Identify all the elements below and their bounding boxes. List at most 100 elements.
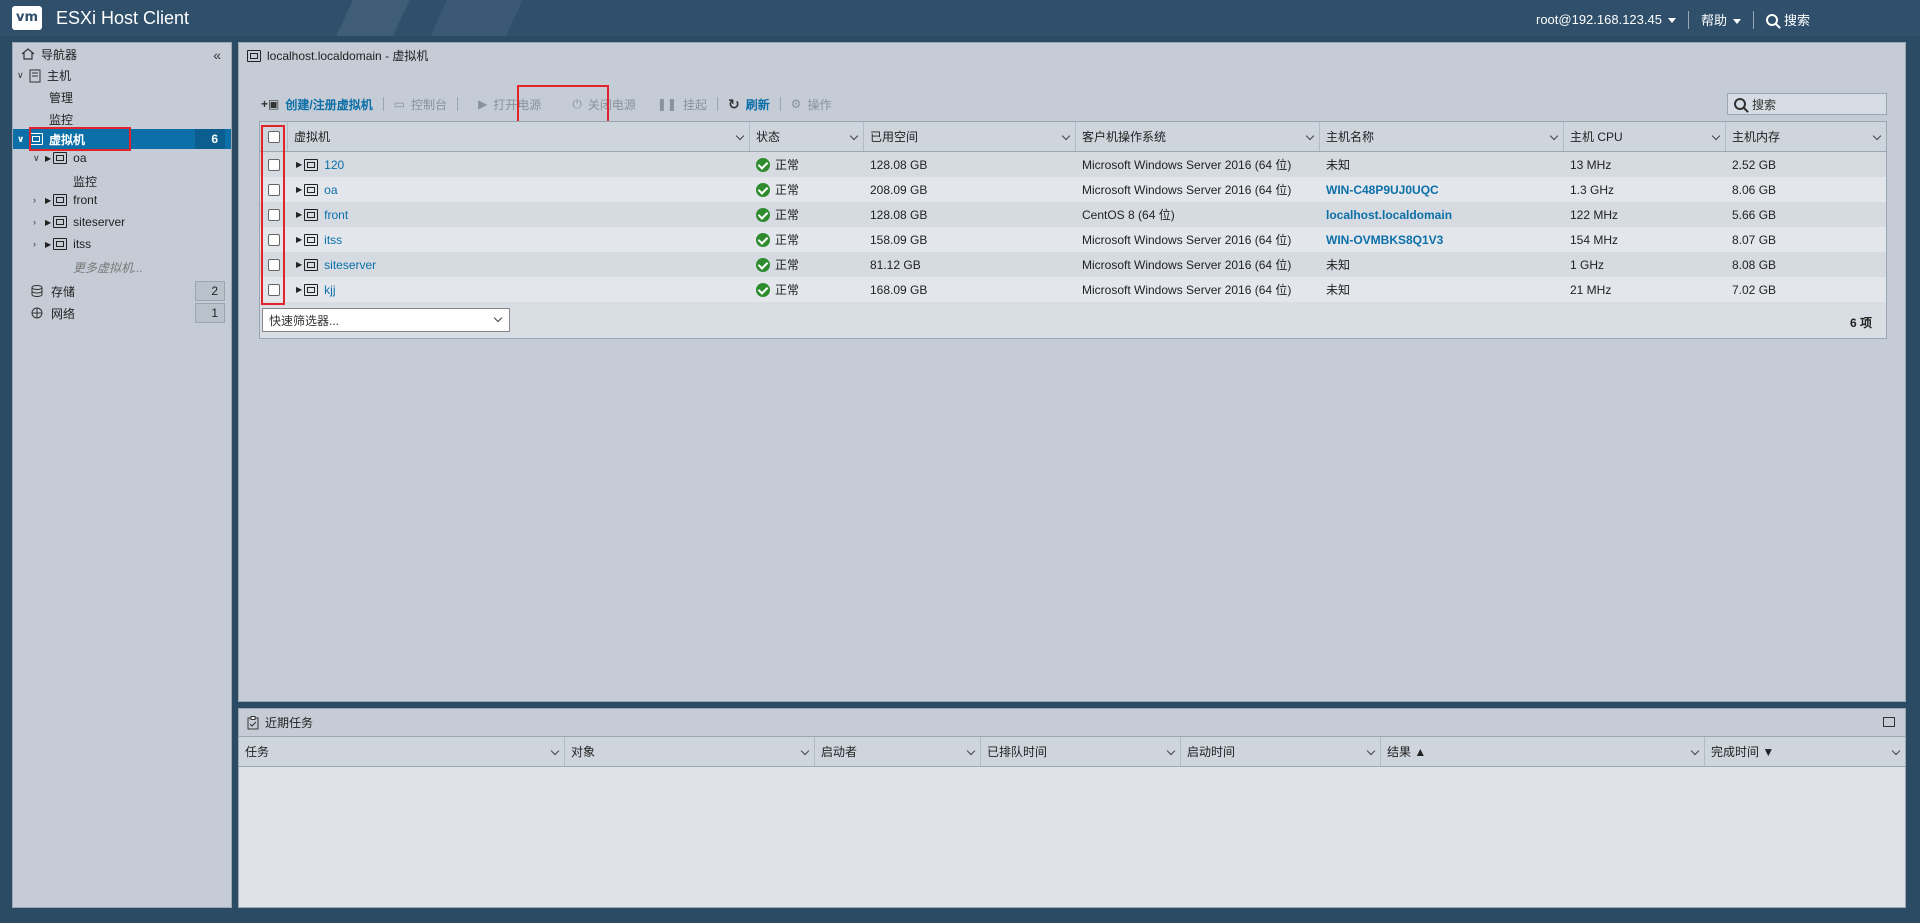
- play-icon: ▶: [478, 97, 488, 111]
- search-button[interactable]: 搜索: [1765, 10, 1810, 29]
- vm-name-link[interactable]: kjj: [324, 283, 335, 297]
- chevron-right-icon: ›: [33, 239, 36, 249]
- recent-tasks-header: 近期任务: [239, 709, 1905, 737]
- vm-name-link[interactable]: 120: [324, 158, 344, 172]
- maximize-icon[interactable]: [1883, 717, 1895, 727]
- search-input[interactable]: 搜索: [1727, 93, 1887, 115]
- column-header-queued-time[interactable]: 已排队时间: [981, 737, 1181, 766]
- nav-host-manage[interactable]: 管理: [49, 89, 73, 106]
- user-menu[interactable]: root@192.168.123.45: [1536, 12, 1676, 27]
- column-header-guest-os[interactable]: 客户机操作系统: [1076, 122, 1320, 151]
- chevron-down-icon: ∨: [17, 70, 24, 80]
- column-header-task[interactable]: 任务: [239, 737, 565, 766]
- column-header-host-cpu[interactable]: 主机 CPU: [1564, 122, 1726, 151]
- column-header-result[interactable]: 结果 ▲: [1381, 737, 1705, 766]
- item-count: 6 项: [1849, 316, 1872, 330]
- table-row[interactable]: ▶ 120 正常 128.08 GB Microsoft Windows Server …: [260, 152, 1886, 177]
- nav-vm-itss[interactable]: › ▶ itss: [33, 237, 91, 251]
- vm-name-cell: ▶ kjj: [288, 277, 750, 302]
- host-memory-cell: 2.52 GB: [1732, 157, 1777, 172]
- nav-more-vms[interactable]: 更多虚拟机...: [73, 259, 143, 276]
- nav-storage-label: 存储: [51, 284, 76, 299]
- nav-manage-label: 管理: [49, 91, 74, 105]
- chevron-down-icon: [1711, 131, 1721, 141]
- header-decoration: [240, 0, 600, 36]
- column-header-initiator[interactable]: 启动者: [815, 737, 981, 766]
- gear-icon: ⚙: [790, 97, 802, 111]
- app-title: ESXi Host Client: [56, 8, 190, 28]
- navigator-panel: 导航器 « ∨ 主机 管理 监控 ∨ 虚拟机 6 ∨ ▶ oa 监控 › ▶ f…: [12, 42, 232, 908]
- guest-os-cell: Microsoft Windows Server 2016 (64 位): [1082, 158, 1292, 172]
- chevron-down-icon: [1732, 19, 1741, 25]
- column-header-target[interactable]: 对象: [565, 737, 815, 766]
- hostname-cell[interactable]: WIN-C48P9UJ0UQC: [1320, 177, 1564, 202]
- network-count-badge: 1: [195, 303, 225, 323]
- console-icon: ▭: [393, 97, 406, 111]
- vm-name-link[interactable]: oa: [324, 183, 337, 197]
- nav-network[interactable]: 网络 1: [31, 303, 231, 323]
- column-header-host-memory[interactable]: 主机内存: [1726, 122, 1886, 151]
- collapse-icon[interactable]: «: [213, 47, 221, 63]
- vm-icon: [53, 194, 68, 206]
- top-right-menu: root@192.168.123.45 帮助 搜索: [1536, 10, 1810, 29]
- nav-vm-oa-monitor[interactable]: 监控: [73, 173, 97, 190]
- column-label: 对象: [571, 745, 596, 759]
- column-header-used-space[interactable]: 已用空间: [864, 122, 1076, 151]
- hostname-cell: 未知: [1326, 283, 1351, 297]
- suspend-button[interactable]: ❚❚ 挂起: [647, 96, 717, 113]
- chevron-down-icon: [1366, 746, 1376, 756]
- column-header-vm[interactable]: 虚拟机: [288, 122, 750, 151]
- vm-name-link[interactable]: siteserver: [324, 258, 376, 272]
- column-header-completion-time[interactable]: 完成时间 ▼: [1705, 737, 1905, 766]
- vm-name-link[interactable]: front: [324, 208, 348, 222]
- column-header-start-time[interactable]: 启动时间: [1181, 737, 1381, 766]
- guest-os-cell: Microsoft Windows Server 2016 (64 位): [1082, 258, 1292, 272]
- vm-icon: [53, 216, 68, 228]
- nav-host[interactable]: ∨ 主机: [17, 67, 71, 84]
- tasks-table-header: 任务 对象 启动者 已排队时间 启动时间 结果 ▲ 完成时间 ▼: [239, 737, 1905, 767]
- hostname-cell[interactable]: WIN-OVMBKS8Q1V3: [1320, 227, 1564, 252]
- vm-icon: [304, 208, 319, 221]
- table-row[interactable]: ▶ itss 正常 158.09 GB Microsoft Windows Server…: [260, 227, 1886, 252]
- nav-vm-oa[interactable]: ∨ ▶ oa: [33, 151, 87, 165]
- hostname-cell[interactable]: localhost.localdomain: [1320, 202, 1564, 227]
- navigator-title: 导航器: [41, 47, 78, 62]
- chevron-down-icon: [1305, 131, 1315, 141]
- create-register-vm-button[interactable]: +▣ 创建/注册虚拟机: [259, 96, 383, 113]
- nav-monitor-label: 监控: [73, 175, 98, 189]
- chevron-down-icon: ∨: [17, 133, 25, 144]
- nav-vm-siteserver[interactable]: › ▶ siteserver: [33, 215, 125, 229]
- chevron-down-icon: [1872, 131, 1882, 141]
- table-row[interactable]: ▶ siteserver 正常 81.12 GB Microsoft Windows S…: [260, 252, 1886, 277]
- vm-name-cell: ▶ itss: [288, 227, 750, 252]
- table-row[interactable]: ▶ front 正常 128.08 GB CentOS 8 (64 位) localhos…: [260, 202, 1886, 227]
- nav-host-label: 主机: [47, 69, 72, 83]
- refresh-button[interactable]: ↻ 刷新: [718, 96, 780, 113]
- pause-icon: ❚❚: [656, 97, 677, 111]
- storage-icon: [31, 285, 43, 297]
- network-icon: [31, 307, 43, 319]
- table-row[interactable]: ▶ kjj 正常 168.09 GB Microsoft Windows Server …: [260, 277, 1886, 302]
- vm-name-link[interactable]: itss: [324, 233, 342, 247]
- power-on-indicator-icon: ▶: [296, 260, 303, 269]
- nav-host-monitor[interactable]: 监控: [49, 111, 73, 128]
- console-button[interactable]: ▭ 控制台: [384, 96, 457, 113]
- divider: [1687, 10, 1689, 29]
- column-header-hostname[interactable]: 主机名称: [1320, 122, 1564, 151]
- chevron-down-icon: [550, 746, 560, 756]
- column-label: 主机 CPU: [1570, 130, 1623, 144]
- actions-button[interactable]: ⚙ 操作: [781, 96, 842, 113]
- nav-vm-label: itss: [73, 237, 92, 251]
- column-header-status[interactable]: 状态: [750, 122, 864, 151]
- used-space-cell: 128.08 GB: [870, 157, 928, 172]
- panel-title: localhost.localdomain - 虚拟机: [247, 47, 428, 64]
- help-menu[interactable]: 帮助: [1701, 10, 1741, 29]
- suspend-label: 挂起: [682, 97, 707, 112]
- user-label: root@192.168.123.45: [1536, 12, 1662, 27]
- nav-vm-front[interactable]: › ▶ front: [33, 193, 97, 207]
- nav-monitor-label: 监控: [49, 113, 74, 127]
- table-row[interactable]: ▶ oa 正常 208.09 GB Microsoft Windows Server 2…: [260, 177, 1886, 202]
- used-space-cell: 128.08 GB: [870, 207, 928, 222]
- quick-filter-dropdown[interactable]: 快速筛选器...: [262, 308, 510, 332]
- nav-storage[interactable]: 存储 2: [31, 281, 231, 301]
